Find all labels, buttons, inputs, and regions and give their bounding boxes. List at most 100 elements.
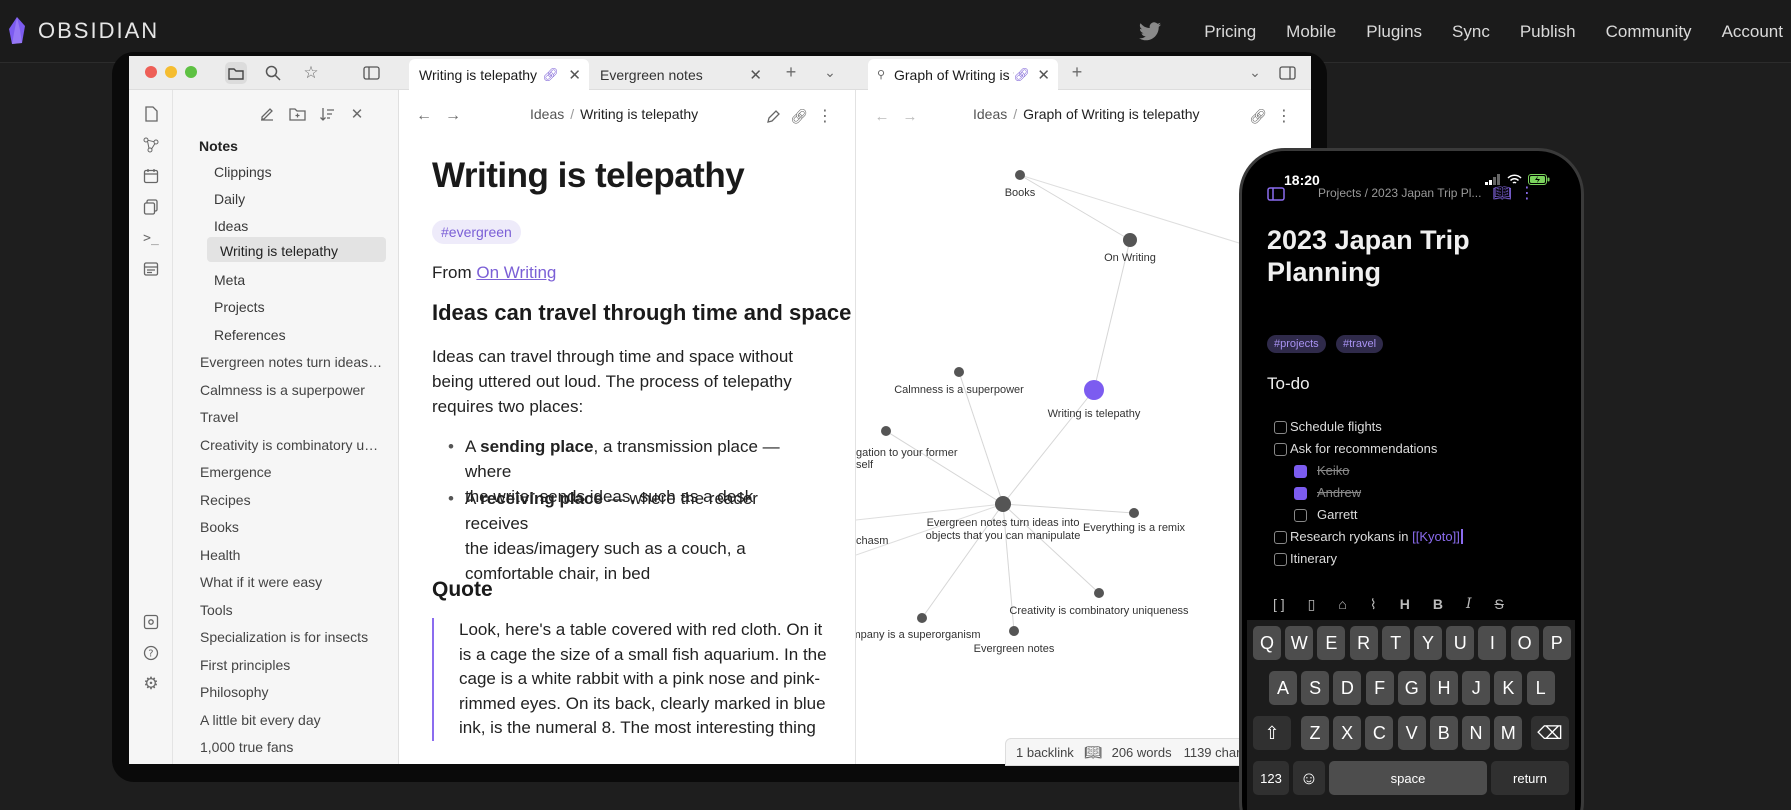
emoji-icon[interactable]: ☺ bbox=[1293, 761, 1325, 795]
minimize-window-dot[interactable] bbox=[165, 66, 177, 78]
key-b[interactable]: B bbox=[1429, 716, 1458, 750]
key-v[interactable]: V bbox=[1397, 716, 1426, 750]
key-j[interactable]: J bbox=[1462, 671, 1491, 705]
breadcrumb-folder[interactable]: Ideas bbox=[530, 106, 564, 122]
tag-travel[interactable]: #travel bbox=[1336, 335, 1384, 353]
calendar-icon[interactable] bbox=[141, 166, 161, 186]
checkbox[interactable] bbox=[1274, 553, 1287, 566]
key-u[interactable]: U bbox=[1446, 626, 1475, 660]
nav-sync[interactable]: Sync bbox=[1452, 22, 1490, 42]
graph-node-label[interactable]: Writing is telepathy bbox=[1048, 408, 1141, 420]
checkbox-checked[interactable] bbox=[1294, 465, 1307, 478]
file-item[interactable]: First principles bbox=[200, 657, 390, 673]
wikilink-icon[interactable]: [ ] bbox=[1273, 596, 1285, 612]
file-icon[interactable]: ▯ bbox=[1308, 596, 1316, 613]
collapse-all-icon[interactable]: ✕ bbox=[347, 104, 367, 124]
maximize-window-dot[interactable] bbox=[185, 66, 197, 78]
graph-node[interactable] bbox=[881, 426, 891, 436]
file-item[interactable]: What if it were easy bbox=[200, 574, 390, 590]
obsidian-logo[interactable]: OBSIDIAN bbox=[8, 17, 159, 45]
key-q[interactable]: Q bbox=[1253, 626, 1281, 660]
close-tab-icon[interactable]: ✕ bbox=[1037, 66, 1050, 84]
file-item[interactable]: Specialization is for insects bbox=[200, 629, 390, 645]
heading-icon[interactable]: H bbox=[1400, 596, 1410, 612]
chevron-down-icon[interactable]: ⌄ bbox=[1245, 62, 1265, 82]
key-l[interactable]: L bbox=[1526, 671, 1555, 705]
tab-evergreen-notes[interactable]: Evergreen notes ✕ bbox=[590, 59, 770, 90]
file-item[interactable]: Creativity is combinatory u… bbox=[200, 437, 390, 453]
reading-icon[interactable]: 📖︎ bbox=[1084, 744, 1102, 761]
tag-icon[interactable]: ⌂ bbox=[1338, 596, 1346, 612]
file-item[interactable]: Calmness is a superpower bbox=[200, 382, 390, 398]
file-item[interactable]: Books bbox=[200, 519, 390, 535]
file-item[interactable]: Recipes bbox=[200, 492, 390, 508]
graph-node-label[interactable]: Calmness is a superpower bbox=[894, 384, 1024, 396]
close-tab-icon[interactable]: ✕ bbox=[749, 66, 762, 84]
key-z[interactable]: Z bbox=[1301, 716, 1329, 750]
key-y[interactable]: Y bbox=[1414, 626, 1442, 660]
key-e[interactable]: E bbox=[1317, 626, 1346, 660]
folder-clippings[interactable]: Clippings bbox=[214, 164, 272, 180]
chevron-down-icon[interactable]: ⌄ bbox=[820, 62, 840, 82]
folder-references[interactable]: References bbox=[214, 327, 286, 343]
nav-community[interactable]: Community bbox=[1606, 22, 1692, 42]
checkbox[interactable] bbox=[1274, 531, 1287, 544]
kyoto-link[interactable]: [[Kyoto]] bbox=[1412, 529, 1460, 544]
key-k[interactable]: K bbox=[1494, 671, 1523, 705]
graph-node[interactable] bbox=[1129, 508, 1139, 518]
new-tab-icon[interactable]: + bbox=[781, 62, 801, 82]
graph-node-label[interactable]: Evergreen notes bbox=[974, 643, 1055, 655]
key-f[interactable]: F bbox=[1365, 671, 1394, 705]
copy-icon[interactable] bbox=[141, 197, 161, 217]
backlink-count[interactable]: 1 backlink bbox=[1016, 745, 1074, 760]
file-item[interactable]: Health bbox=[200, 547, 390, 563]
attachment-icon[interactable]: ⌇ bbox=[1370, 596, 1377, 613]
open-file-icon[interactable] bbox=[141, 104, 161, 124]
link-icon[interactable]: 🔗︎ bbox=[789, 106, 809, 126]
vault-title[interactable]: Notes bbox=[199, 138, 238, 154]
close-tab-icon[interactable]: ✕ bbox=[568, 66, 581, 84]
backspace-key[interactable]: ⌫ bbox=[1531, 716, 1569, 750]
graph-node-label[interactable]: Books bbox=[1005, 187, 1036, 199]
key-p[interactable]: P bbox=[1542, 626, 1571, 660]
new-tab-icon[interactable]: + bbox=[1067, 62, 1087, 82]
terminal-icon[interactable]: >_ bbox=[141, 228, 161, 248]
tag-projects[interactable]: #projects bbox=[1267, 335, 1326, 353]
key-m[interactable]: M bbox=[1494, 716, 1523, 750]
vault-icon[interactable] bbox=[141, 612, 161, 632]
shift-key[interactable]: ⇧ bbox=[1253, 716, 1291, 750]
key-n[interactable]: N bbox=[1462, 716, 1490, 750]
key-r[interactable]: R bbox=[1349, 626, 1378, 660]
graph-node-label[interactable]: objects that you can manipulate bbox=[926, 530, 1081, 542]
close-window-dot[interactable] bbox=[145, 66, 157, 78]
file-item[interactable]: Emergence bbox=[200, 464, 390, 480]
key-t[interactable]: T bbox=[1381, 626, 1410, 660]
graph-node-label[interactable]: chasm bbox=[856, 535, 888, 547]
more-options-icon[interactable]: ⋮ bbox=[1517, 183, 1537, 203]
graph-node[interactable] bbox=[1094, 588, 1104, 598]
twitter-icon[interactable] bbox=[1138, 21, 1162, 42]
key-o[interactable]: O bbox=[1510, 626, 1539, 660]
folder-icon[interactable] bbox=[225, 62, 247, 84]
sidebar-toggle-icon[interactable] bbox=[361, 63, 381, 83]
nav-account[interactable]: Account bbox=[1722, 22, 1783, 42]
settings-gear-icon[interactable]: ⚙ bbox=[141, 674, 161, 694]
graph-node[interactable] bbox=[1009, 626, 1019, 636]
numbers-key[interactable]: 123 bbox=[1253, 761, 1289, 795]
key-g[interactable]: G bbox=[1397, 671, 1426, 705]
phone-breadcrumb[interactable]: Projects / 2023 Japan Trip Pl... bbox=[1318, 186, 1481, 200]
nav-publish[interactable]: Publish bbox=[1520, 22, 1576, 42]
graph-node-label[interactable]: On Writing bbox=[1104, 252, 1156, 264]
star-icon[interactable]: ☆ bbox=[301, 63, 321, 83]
checkbox[interactable] bbox=[1274, 443, 1287, 456]
checkbox[interactable] bbox=[1294, 509, 1307, 522]
tag-evergreen[interactable]: #evergreen bbox=[432, 220, 521, 244]
templates-icon[interactable] bbox=[141, 259, 161, 279]
graph-node-label[interactable]: gation to your former bbox=[856, 447, 958, 459]
right-sidebar-toggle-icon[interactable] bbox=[1277, 63, 1297, 83]
folder-ideas[interactable]: Ideas bbox=[214, 218, 248, 234]
file-item[interactable]: Tools bbox=[200, 602, 390, 618]
tab-writing-is-telepathy[interactable]: Writing is telepathy 🔗︎ ✕ bbox=[409, 59, 589, 90]
more-options-icon[interactable]: ⋮ bbox=[815, 106, 835, 126]
key-a[interactable]: A bbox=[1269, 671, 1297, 705]
